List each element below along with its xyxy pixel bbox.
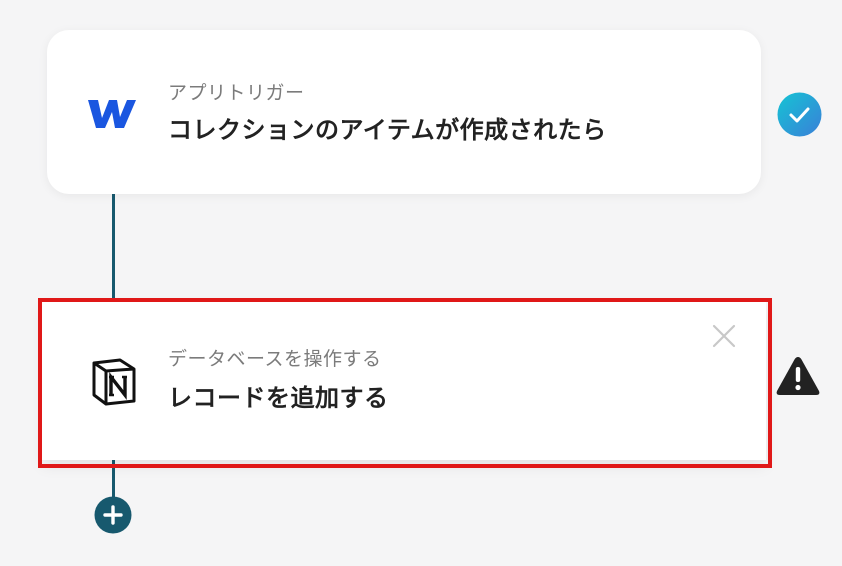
step-title: レコードを追加する [168,384,389,412]
notion-icon [90,357,138,407]
step-subtitle: アプリトリガー [168,82,305,104]
connector-line-bottom [112,460,115,498]
step-title: コレクションのアイテムが作成されたら [168,116,607,144]
connector-line-top [112,194,115,298]
close-icon [712,324,736,348]
webflow-icon [86,96,138,130]
check-circle-icon [777,92,822,137]
step-subtitle: データベースを操作する [168,348,382,370]
warning-icon [774,354,822,398]
action-step-card[interactable] [42,302,766,460]
close-button[interactable] [708,320,740,352]
add-step-button[interactable] [94,496,132,534]
plus-circle-icon [94,496,132,534]
